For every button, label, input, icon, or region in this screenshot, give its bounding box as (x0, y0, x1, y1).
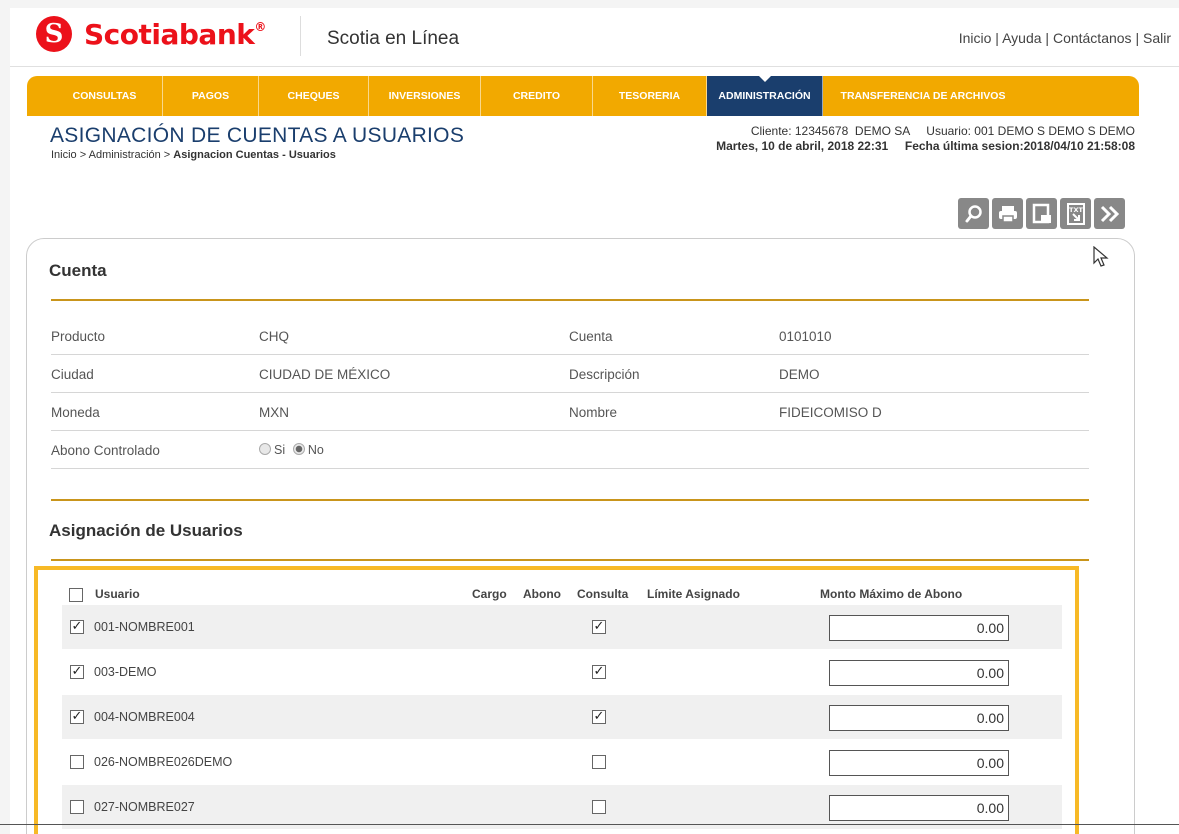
nombre-value: FIDEICOMISO D (779, 405, 882, 420)
ciudad-label: Ciudad (51, 367, 94, 382)
ciudad-value: CIUDAD DE MÉXICO (259, 367, 391, 382)
brand-name: Scotiabank® (84, 17, 266, 51)
radio-si-label: Si (274, 443, 286, 457)
descripcion-value: DEMO (779, 367, 820, 382)
save-icon[interactable] (1026, 198, 1057, 229)
producto-value: CHQ (259, 329, 289, 344)
info-row-abono: Abono Controlado Si No (51, 431, 1089, 469)
descripcion-label: Descripción (569, 367, 640, 382)
scotiabank-logo[interactable]: S Scotiabank® (36, 16, 266, 52)
abono-controlado-label: Abono Controlado (51, 443, 160, 458)
breadcrumb: Inicio > Administración > Asignacion Cue… (51, 149, 336, 161)
link-ayuda[interactable]: Ayuda (1002, 30, 1041, 46)
print-icon[interactable] (992, 198, 1023, 229)
page: S Scotiabank® Scotia en Línea Inicio | A… (10, 8, 1179, 834)
nav-inversiones[interactable]: INVERSIONES (369, 76, 481, 116)
nav-consultas[interactable]: CONSULTAS (47, 76, 163, 116)
svg-text:TXT: TXT (1069, 206, 1083, 214)
toolbar: TXT (958, 198, 1125, 229)
session-client-user: Cliente: 12345678 DEMO SA Usuario: 001 D… (750, 124, 1135, 138)
cuenta-value: 0101010 (779, 329, 832, 344)
producto-label: Producto (51, 329, 106, 344)
info-row-ciudad: Ciudad CIUDAD DE MÉXICO Descripción DEMO (51, 355, 1089, 393)
breadcrumb-path[interactable]: Inicio > Administración > (51, 149, 173, 161)
mouse-cursor-icon (1093, 245, 1109, 273)
header-divider (300, 16, 301, 56)
info-row-producto: Producto CHQ Cuenta 0101010 (51, 317, 1089, 355)
breadcrumb-current: Asignacion Cuentas - Usuarios (173, 149, 336, 161)
top-links: Inicio | Ayuda | Contáctanos | Salir (958, 30, 1171, 46)
main-nav: CONSULTAS PAGOS CHEQUES INVERSIONES CRED… (27, 76, 1139, 116)
nav-administracion[interactable]: ADMINISTRACIÓN (707, 76, 823, 116)
link-inicio[interactable]: Inicio (959, 30, 992, 46)
asignacion-section-title: Asignación de Usuarios (49, 521, 243, 540)
highlight-box (34, 566, 1079, 834)
session-info: Cliente: 12345678 DEMO SA Usuario: 001 D… (716, 124, 1135, 154)
section-rule (51, 559, 1089, 561)
cuenta-section-title: Cuenta (49, 261, 107, 280)
nombre-label: Nombre (569, 405, 618, 420)
moneda-value: MXN (259, 405, 289, 420)
moneda-label: Moneda (51, 405, 100, 420)
nav-tesoreria[interactable]: TESORERIA (593, 76, 707, 116)
page-title: ASIGNACIÓN DE CUENTAS A USUARIOS (50, 124, 465, 147)
next-icon[interactable] (1094, 198, 1125, 229)
nav-credito[interactable]: CREDITO (481, 76, 593, 116)
nav-transferencia-archivos[interactable]: TRANSFERENCIA DE ARCHIVOS (823, 76, 1023, 116)
bottom-rule (0, 824, 1179, 825)
cuenta-label: Cuenta (569, 329, 613, 344)
link-salir[interactable]: Salir (1143, 30, 1171, 46)
session-date: Martes, 10 de abril, 2018 22:31 Fecha úl… (716, 139, 1135, 153)
search-icon[interactable] (958, 198, 989, 229)
app-name: Scotia en Línea (327, 28, 460, 49)
radio-no[interactable] (292, 443, 305, 455)
header-rule (10, 66, 1179, 67)
section-rule (51, 299, 1089, 301)
link-contactanos[interactable]: Contáctanos (1053, 30, 1132, 46)
nav-cheques[interactable]: CHEQUES (259, 76, 369, 116)
scotiabank-logo-icon: S (36, 16, 72, 52)
nav-pagos[interactable]: PAGOS (163, 76, 259, 116)
radio-si[interactable] (259, 443, 271, 455)
section-rule (51, 499, 1089, 501)
radio-no-label: No (307, 443, 324, 457)
txt-export-icon[interactable]: TXT (1060, 198, 1091, 229)
abono-controlado-radios: Si No (259, 442, 328, 457)
info-row-moneda: Moneda MXN Nombre FIDEICOMISO D (51, 393, 1089, 431)
